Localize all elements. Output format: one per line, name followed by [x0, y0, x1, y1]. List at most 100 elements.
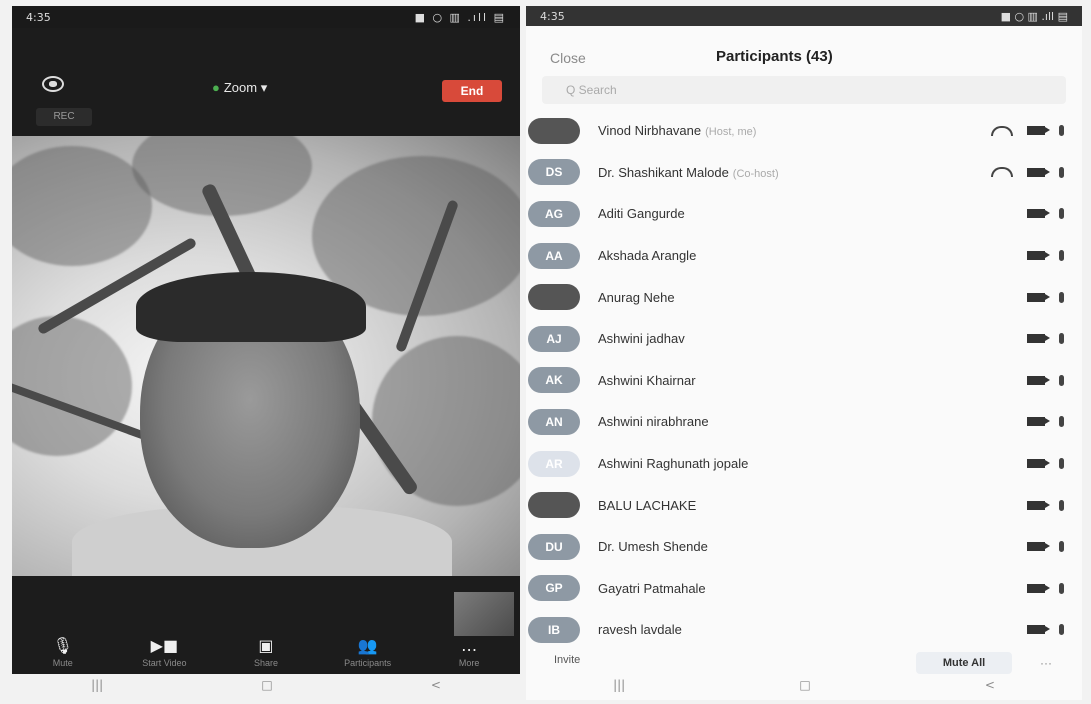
video-off-icon [1027, 542, 1050, 552]
mic-muted-icon [1059, 166, 1064, 178]
avatar [528, 284, 580, 311]
participant-row[interactable]: DS Dr. Shashikant Malode (Co-host) [526, 152, 1082, 194]
mic-muted-icon [1059, 291, 1064, 303]
participant-name-text: Aditi Gangurde [598, 206, 685, 222]
share-screen-icon: ▣ [258, 636, 274, 655]
avatar: AG [528, 200, 580, 227]
participant-name-text: Vinod Nirbhavane [598, 123, 702, 139]
share-button[interactable]: ▣ Share [226, 636, 306, 668]
video-off-icon [1027, 292, 1050, 302]
avatar: GP [528, 575, 580, 602]
mic-muted-icon [1059, 582, 1064, 594]
participant-role: (Host, me) [705, 126, 757, 139]
participant-row[interactable]: GP Gayatri Patmahale [526, 568, 1082, 610]
participant-list: Vinod Nirbhavane (Host, me) DS Dr. Shashika… [526, 110, 1082, 651]
back-button[interactable]: < [431, 678, 441, 700]
participant-row[interactable]: AK Ashwini Khairnar [526, 360, 1082, 402]
participant-status-icons [932, 624, 1082, 636]
participants-label: Participants [344, 658, 392, 668]
participant-row[interactable]: IB ravesh lavdale [526, 609, 1082, 651]
foliage [372, 336, 520, 506]
left-nav-bar: ||| □ < [12, 678, 520, 700]
video-off-icon [1027, 167, 1050, 177]
screen-share-icon [991, 125, 1013, 136]
mic-muted-icon [1059, 499, 1064, 511]
microphone-icon: 🎙 [52, 636, 73, 655]
participant-row[interactable]: BALU LACHAKE [526, 484, 1082, 526]
close-button[interactable]: Close [550, 50, 586, 66]
avatar: DU [528, 533, 580, 560]
avatar: AK [528, 367, 580, 394]
mute-all-button[interactable]: Mute All [916, 652, 1012, 674]
mic-muted-icon [1059, 125, 1064, 137]
mic-muted-icon [1059, 374, 1064, 386]
participant-role: (Co-host) [732, 167, 779, 180]
screen-share-icon [991, 167, 1013, 178]
participants-button[interactable]: 👥 Participants [328, 636, 408, 668]
participant-row[interactable]: Vinod Nirbhavane (Host, me) [526, 110, 1082, 152]
participants-header: Close Participants (43) [526, 26, 1082, 76]
chevron-down-icon: ▾ [260, 80, 268, 95]
video-off-icon [1027, 417, 1050, 427]
participant-name: Gayatri Patmahale [598, 581, 932, 596]
video-off-icon [1027, 500, 1050, 510]
meeting-title-label: Zoom [223, 80, 258, 95]
mic-muted-icon [1059, 624, 1064, 636]
participant-name: Ashwini Raghunath jopale [598, 456, 932, 471]
invite-button[interactable]: Invite [554, 654, 580, 666]
meeting-title[interactable]: ● Zoom ▾ [212, 80, 267, 96]
participant-name-text: Dr. Shashikant Malode [598, 164, 729, 180]
participant-name-text: Gayatri Patmahale [598, 580, 706, 596]
status-bar: 4:35 ■ ○ ▥ .ıll ▤ [12, 6, 520, 28]
meeting-screen: 4:35 ■ ○ ▥ .ıll ▤ REC ● Zoom ▾ End 🎙 Mut… [12, 6, 520, 674]
end-meeting-button[interactable]: End [442, 80, 502, 102]
avatar: DS [528, 159, 580, 186]
home-button[interactable]: □ [799, 678, 810, 700]
participant-name-text: ravesh lavdale [598, 622, 682, 638]
more-options-button[interactable]: ··· [1026, 652, 1066, 674]
participant-status-icons [932, 291, 1082, 303]
recent-apps-button[interactable]: ||| [613, 678, 625, 700]
foliage [12, 316, 132, 456]
more-icon: … [461, 636, 478, 655]
participant-row[interactable]: AR Ashwini Raghunath jopale [526, 443, 1082, 485]
video-off-icon [1027, 334, 1050, 344]
participant-row[interactable]: AA Akshada Arangle [526, 235, 1082, 277]
participant-name: Ashwini nirabhrane [598, 414, 932, 429]
start-video-label: Start Video [142, 658, 187, 668]
recording-badge: REC [36, 108, 92, 126]
participant-row[interactable]: AN Ashwini nirabhrane [526, 401, 1082, 443]
status-bar: 4:35 ■ ○ ▥ .ıll ▤ [526, 6, 1082, 26]
search-input[interactable]: Q Search [542, 76, 1066, 104]
avatar [528, 117, 580, 144]
more-label: More [458, 658, 480, 668]
start-video-button[interactable]: ▶■ Start Video [124, 636, 204, 668]
screenshot: 4:35 ■ ○ ▥ .ıll ▤ REC ● Zoom ▾ End 🎙 Mut… [0, 0, 1091, 704]
participant-row[interactable]: Anurag Nehe [526, 276, 1082, 318]
participant-name: BALU LACHAKE [598, 498, 932, 513]
participant-row[interactable]: AG Aditi Gangurde [526, 193, 1082, 235]
more-button[interactable]: … More [429, 636, 509, 668]
back-button[interactable]: < [985, 678, 995, 700]
recent-apps-button[interactable]: ||| [91, 678, 103, 700]
speaker-icon[interactable] [42, 76, 64, 92]
participant-row[interactable]: DU Dr. Umesh Shende [526, 526, 1082, 568]
participant-row[interactable]: AJ Ashwini jadhav [526, 318, 1082, 360]
participant-name: ravesh lavdale [598, 622, 932, 637]
participant-status-icons [932, 166, 1082, 178]
avatar [528, 492, 580, 519]
participant-name-text: Ashwini jadhav [598, 331, 685, 347]
participant-name: Vinod Nirbhavane (Host, me) [598, 123, 932, 138]
self-view-thumbnail[interactable] [454, 592, 514, 636]
foliage [12, 146, 152, 266]
participant-status-icons [932, 125, 1082, 137]
participant-name-text: Ashwini Raghunath jopale [598, 456, 749, 472]
mic-muted-icon [1059, 208, 1064, 220]
mute-button[interactable]: 🎙 Mute [23, 636, 103, 668]
mic-muted-icon [1059, 458, 1064, 470]
status-icons: ■ ○ ▥ .ıll ▤ [414, 10, 506, 24]
avatar: AA [528, 242, 580, 269]
right-nav-bar: ||| □ < [526, 678, 1082, 700]
participant-name-text: Dr. Umesh Shende [598, 539, 708, 555]
home-button[interactable]: □ [261, 678, 272, 700]
